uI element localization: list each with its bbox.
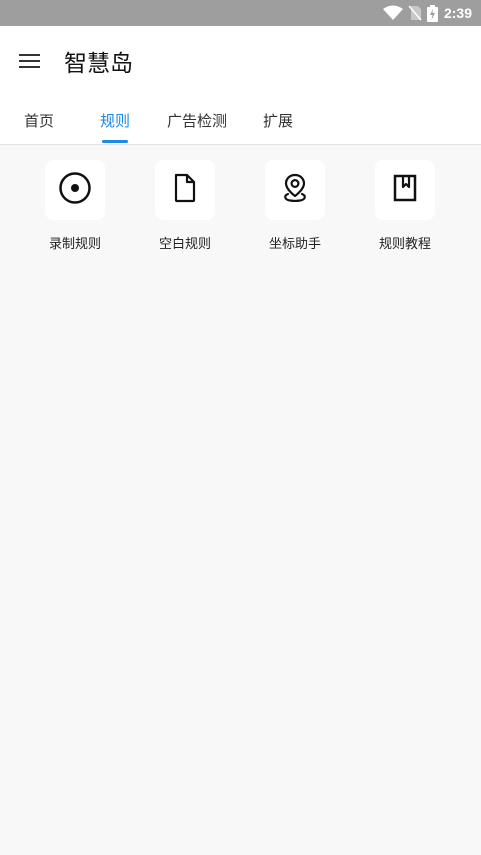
tab-bar: 首页 规则 广告检测 扩展 — [0, 96, 481, 145]
record-rule-button[interactable]: 录制规则 — [35, 160, 115, 252]
tab-home[interactable]: 首页 — [24, 96, 54, 144]
rule-tutorial-label: 规则教程 — [378, 237, 431, 252]
no-sim-icon — [408, 5, 422, 21]
blank-file-icon — [172, 173, 198, 207]
app-title: 智慧岛 — [64, 51, 133, 77]
blank-rule-label: 空白规则 — [158, 237, 211, 252]
location-pin-icon — [281, 173, 309, 207]
blank-rule-tile[interactable] — [155, 160, 215, 220]
tab-rules[interactable]: 规则 — [100, 96, 130, 144]
status-bar: 2:39 — [0, 0, 481, 26]
status-time: 2:39 — [443, 5, 472, 21]
coordinate-helper-button[interactable]: 坐标助手 — [255, 160, 335, 252]
tab-indicator — [102, 140, 128, 143]
rule-tools-grid: 录制规则 空白规则 坐标助手 规则教程 — [0, 160, 481, 260]
rule-tutorial-button[interactable]: 规则教程 — [365, 160, 445, 252]
record-rule-tile[interactable] — [45, 160, 105, 220]
menu-icon[interactable] — [15, 46, 45, 76]
tab-ad-detection[interactable]: 广告检测 — [167, 96, 227, 144]
battery-charging-icon — [426, 4, 438, 22]
record-icon — [58, 171, 92, 209]
rule-tutorial-tile[interactable] — [375, 160, 435, 220]
blank-rule-button[interactable]: 空白规则 — [145, 160, 225, 252]
app-bar: 智慧岛 — [0, 26, 481, 96]
wifi-icon — [382, 5, 403, 21]
coordinate-helper-tile[interactable] — [265, 160, 325, 220]
bookmark-book-icon — [392, 174, 418, 206]
tab-extensions[interactable]: 扩展 — [263, 96, 293, 144]
coordinate-helper-label: 坐标助手 — [268, 237, 321, 252]
record-rule-label: 录制规则 — [48, 237, 101, 252]
